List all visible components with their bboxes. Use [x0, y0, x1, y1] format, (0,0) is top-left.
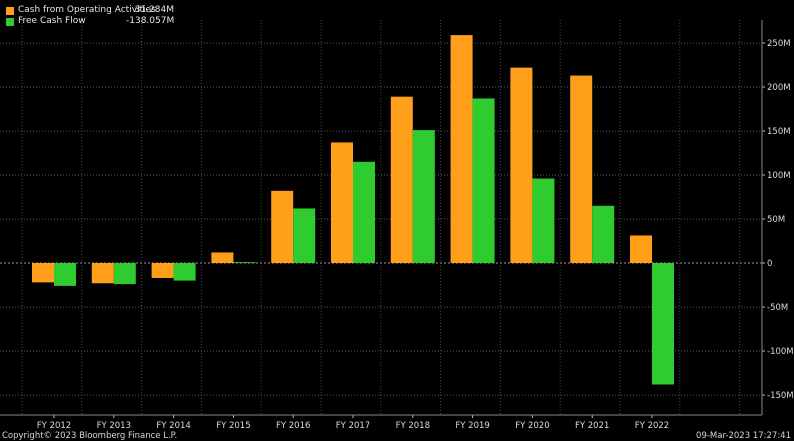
- y-tick-label: -150M: [767, 391, 794, 401]
- copyright-text: Copyright© 2023 Bloomberg Finance L.P.: [2, 431, 178, 441]
- bar-operating-cash: [570, 75, 593, 263]
- y-tick-label: 0: [767, 259, 772, 269]
- x-tick-label: FY 2016: [276, 421, 310, 431]
- bar-operating-cash: [390, 96, 413, 264]
- y-axis: -150M -100M -50M 0 50M 100M 150M 200M 250M: [761, 20, 794, 415]
- bar-operating-cash: [32, 263, 54, 283]
- bar-free-cash-flow: [293, 208, 316, 263]
- timestamp-text: 09-Mar-2023 17:27:41: [696, 431, 791, 441]
- legend-value: -138.057M: [126, 16, 175, 26]
- y-tick-label: 250M: [767, 39, 791, 49]
- x-tick-label: FY 2020: [515, 421, 549, 431]
- x-tick-label: FY 2012: [37, 421, 71, 431]
- bar-operating-cash: [211, 252, 234, 263]
- bar-free-cash-flow: [233, 262, 256, 263]
- bar-free-cash-flow: [472, 98, 495, 263]
- x-tick-label: FY 2019: [455, 421, 489, 431]
- x-axis: FY 2012 FY 2013 FY 2014 FY 2015 FY 2016 FY 20…: [0, 414, 762, 431]
- legend-swatch-orange: [6, 6, 14, 15]
- bar-operating-cash: [91, 263, 114, 284]
- legend-label: Free Cash Flow: [18, 16, 86, 26]
- legend-item-free-cash-flow: Free Cash Flow -138.057M: [6, 16, 174, 27]
- y-tick-label: -100M: [767, 347, 794, 357]
- x-tick-label: FY 2017: [336, 421, 370, 431]
- x-tick-label: FY 2015: [216, 421, 250, 431]
- bar-free-cash-flow: [173, 263, 196, 281]
- legend-item-operating-cash: Cash from Operating Activities 31.284M: [6, 5, 174, 16]
- grid-lines: [0, 20, 762, 415]
- y-tick-label: 50M: [767, 215, 785, 225]
- x-tick-label: FY 2013: [97, 421, 131, 431]
- bar-free-cash-flow: [113, 263, 136, 285]
- bar-free-cash-flow: [412, 130, 435, 263]
- bar-free-cash-flow: [353, 161, 375, 263]
- bar-operating-cash: [510, 67, 533, 263]
- legend: Cash from Operating Activities 31.284M F…: [6, 5, 174, 27]
- bar-chart: -150M -100M -50M 0 50M 100M 150M 200M 250M FY 20…: [0, 20, 794, 431]
- bar-group: [32, 35, 674, 385]
- x-tick-label: FY 2018: [396, 421, 430, 431]
- bar-operating-cash: [151, 263, 174, 278]
- bar-operating-cash: [331, 142, 353, 263]
- bar-free-cash-flow: [54, 263, 76, 286]
- legend-label: Cash from Operating Activities: [18, 5, 156, 15]
- y-tick-label: 100M: [767, 171, 791, 181]
- legend-swatch-green: [6, 17, 14, 26]
- y-tick-label: 150M: [767, 127, 791, 137]
- x-tick-label: FY 2022: [635, 421, 669, 431]
- x-tick-label: FY 2021: [575, 421, 609, 431]
- x-tick-label: FY 2014: [156, 421, 190, 431]
- bar-free-cash-flow: [532, 178, 555, 263]
- legend-value: 31.284M: [134, 5, 174, 15]
- bar-operating-cash: [630, 235, 652, 263]
- bar-free-cash-flow: [592, 205, 615, 263]
- bar-operating-cash: [271, 190, 294, 263]
- y-tick-label: 200M: [767, 83, 791, 93]
- bar-operating-cash: [450, 35, 473, 263]
- y-tick-label: -50M: [767, 303, 788, 313]
- bar-free-cash-flow: [652, 263, 674, 385]
